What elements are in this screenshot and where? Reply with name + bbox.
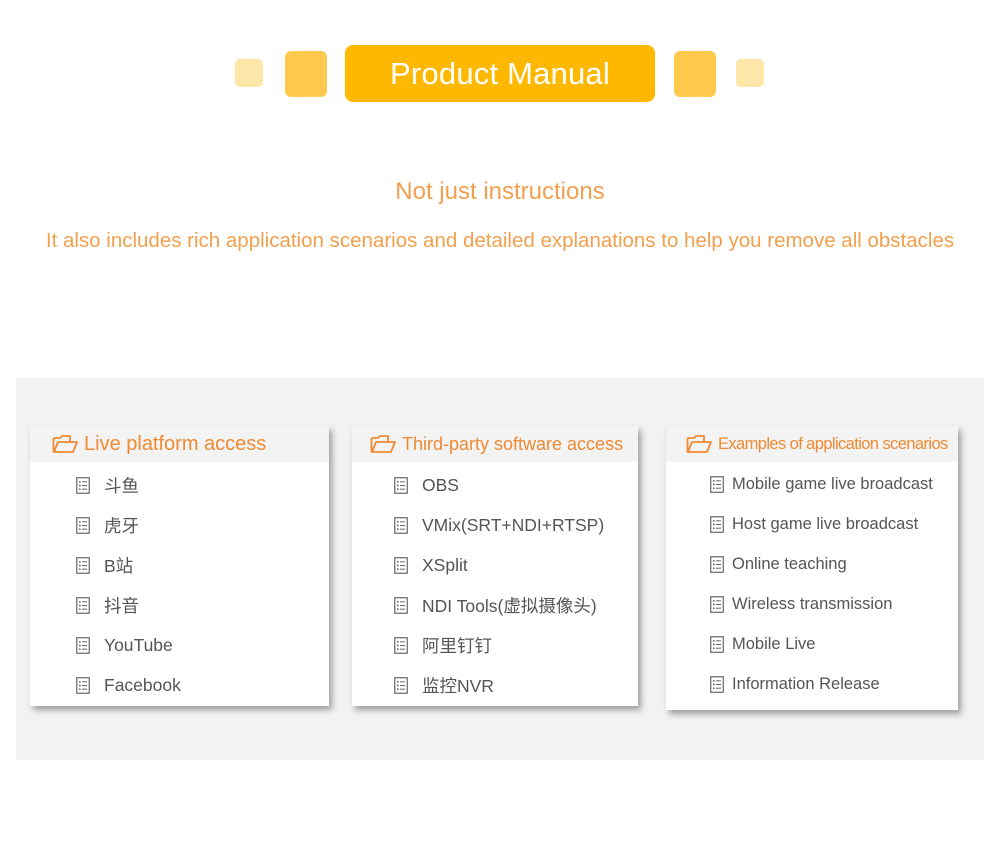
list-item-label: Mobile game live broadcast: [732, 474, 933, 493]
list-item[interactable]: Host game live broadcast: [666, 504, 958, 544]
list-item-label: OBS: [422, 474, 459, 495]
list-item[interactable]: OBS: [352, 465, 638, 505]
list-item-label: 斗鱼: [104, 475, 139, 496]
folder-open-icon: [370, 435, 396, 453]
list-item[interactable]: Online teaching: [666, 544, 958, 584]
list-item-label: VMix(SRT+NDI+RTSP): [422, 514, 605, 535]
document-list-icon: [76, 676, 90, 694]
banner-title: Product Manual: [390, 55, 610, 91]
list-item[interactable]: YouTube: [30, 625, 329, 665]
document-list-icon: [394, 556, 408, 574]
document-list-icon: [76, 636, 90, 654]
list-item-label: XSplit: [422, 554, 468, 575]
document-list-icon: [394, 676, 408, 694]
list-item[interactable]: Wireless transmission: [666, 584, 958, 624]
card-live-platform-access: Live platform access 斗鱼 虎牙 B站 抖音 YouTube…: [30, 426, 329, 706]
list-item[interactable]: 抖音: [30, 585, 329, 625]
list-item-label: NDI Tools(虚拟摄像头): [422, 595, 597, 616]
list-item[interactable]: VMix(SRT+NDI+RTSP): [352, 505, 638, 545]
list-item-label: Mobile Live: [732, 634, 816, 653]
card-heading-label: Third-party software access: [402, 433, 624, 454]
list-item[interactable]: 监控NVR: [352, 665, 638, 705]
decor-square-right-small: [736, 59, 764, 87]
list-item[interactable]: Mobile game live broadcast: [666, 464, 958, 504]
folder-open-icon: [52, 435, 78, 453]
card-heading-label: Live platform access: [84, 432, 267, 455]
list-item-label: 虎牙: [104, 515, 139, 536]
list-item[interactable]: Facebook: [30, 665, 329, 705]
list-item[interactable]: 虎牙: [30, 505, 329, 545]
document-list-icon: [394, 596, 408, 614]
document-list-icon: [76, 596, 90, 614]
list-item-label: 阿里钉钉: [422, 635, 492, 656]
list-item-label: Wireless transmission: [732, 594, 893, 613]
list-item[interactable]: B站: [30, 545, 329, 585]
list-item-label: B站: [104, 555, 134, 576]
decor-square-left-large: [285, 51, 327, 97]
decor-square-right-large: [674, 51, 716, 97]
list-item-label: 抖音: [104, 595, 139, 616]
list-item[interactable]: 斗鱼: [30, 465, 329, 505]
document-list-icon: [710, 555, 724, 573]
product-manual-banner: Product Manual: [345, 45, 655, 102]
list-item-label: Facebook: [104, 674, 181, 695]
document-list-icon: [710, 595, 724, 613]
document-list-icon: [710, 515, 724, 533]
intro-description: It also includes rich application scenar…: [45, 229, 955, 252]
card-third-party-software-access: Third-party software access OBS VMix(SRT…: [352, 426, 638, 706]
card-application-scenarios: Examples of application scenarios Mobile…: [666, 426, 958, 710]
document-list-icon: [394, 516, 408, 534]
card-heading: Live platform access: [30, 426, 329, 462]
list-item[interactable]: Mobile Live: [666, 624, 958, 664]
card-heading: Examples of application scenarios: [666, 426, 958, 462]
list-item-label: YouTube: [104, 634, 173, 655]
document-list-icon: [710, 635, 724, 653]
document-list-icon: [394, 476, 408, 494]
list-item[interactable]: XSplit: [352, 545, 638, 585]
document-list-icon: [76, 476, 90, 494]
document-list-icon: [394, 636, 408, 654]
list-item-label: Information Release: [732, 674, 880, 693]
document-list-icon: [710, 675, 724, 693]
document-list-icon: [76, 556, 90, 574]
document-list-icon: [710, 475, 724, 493]
intro-headline: Not just instructions: [395, 178, 605, 205]
card-heading-label: Examples of application scenarios: [718, 434, 948, 453]
document-list-icon: [76, 516, 90, 534]
folder-open-icon: [686, 435, 712, 453]
list-item[interactable]: NDI Tools(虚拟摄像头): [352, 585, 638, 625]
list-item-label: Host game live broadcast: [732, 514, 919, 533]
decor-square-left-small: [235, 59, 263, 87]
list-item[interactable]: Information Release: [666, 664, 958, 704]
list-item[interactable]: 阿里钉钉: [352, 625, 638, 665]
card-heading: Third-party software access: [352, 426, 638, 462]
list-item-label: Online teaching: [732, 554, 847, 573]
list-item-label: 监控NVR: [422, 675, 494, 696]
